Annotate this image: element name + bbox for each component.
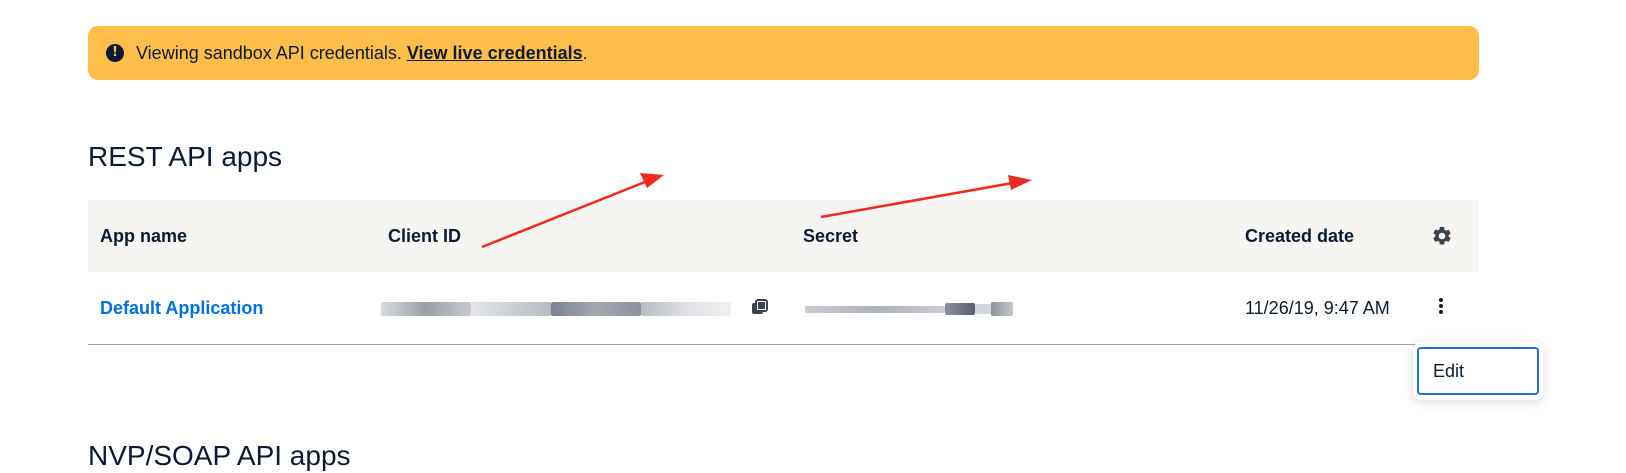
secret-blur-2 [945, 303, 975, 315]
column-header-client-id[interactable]: Client ID [388, 200, 461, 272]
client-id-blur-4 [641, 302, 731, 316]
page: ! Viewing sandbox API credentials. View … [0, 0, 1626, 473]
edit-menu-item[interactable]: Edit [1417, 347, 1539, 395]
column-header-app-name[interactable]: App name [100, 200, 187, 272]
banner-message: Viewing sandbox API credentials. View li… [136, 43, 588, 64]
client-id-blur-3 [551, 302, 641, 316]
secret-blur-4 [991, 302, 1013, 316]
table-row: Default Application 11/26/19, 9:47 AM [88, 272, 1479, 345]
gear-icon[interactable] [1431, 225, 1453, 247]
more-options-icon[interactable] [1432, 296, 1450, 320]
client-id-blur-1 [381, 302, 471, 316]
banner-text: Viewing sandbox API credentials. [136, 42, 402, 63]
row-actions-menu: Edit [1413, 342, 1543, 400]
app-name-cell: Default Application [100, 272, 263, 344]
banner-suffix: . [582, 42, 588, 63]
sandbox-banner: ! Viewing sandbox API credentials. View … [88, 26, 1479, 80]
copy-client-id-icon[interactable] [751, 299, 769, 317]
client-id-blur-2 [471, 302, 551, 316]
column-header-secret[interactable]: Secret [803, 200, 858, 272]
nvp-soap-api-apps-title: NVP/SOAP API apps [88, 440, 351, 471]
default-application-link[interactable]: Default Application [100, 298, 263, 318]
created-date-cell: 11/26/19, 9:47 AM [1245, 298, 1390, 318]
exclamation-circle-icon: ! [106, 44, 124, 62]
rest-api-apps-title: REST API apps [88, 141, 283, 172]
table-header: App name Client ID Secret Created date [88, 200, 1479, 272]
column-header-created-date[interactable]: Created date [1245, 200, 1354, 272]
secret-blur-1 [805, 306, 945, 313]
view-live-credentials-link[interactable]: View live credentials [407, 43, 583, 63]
